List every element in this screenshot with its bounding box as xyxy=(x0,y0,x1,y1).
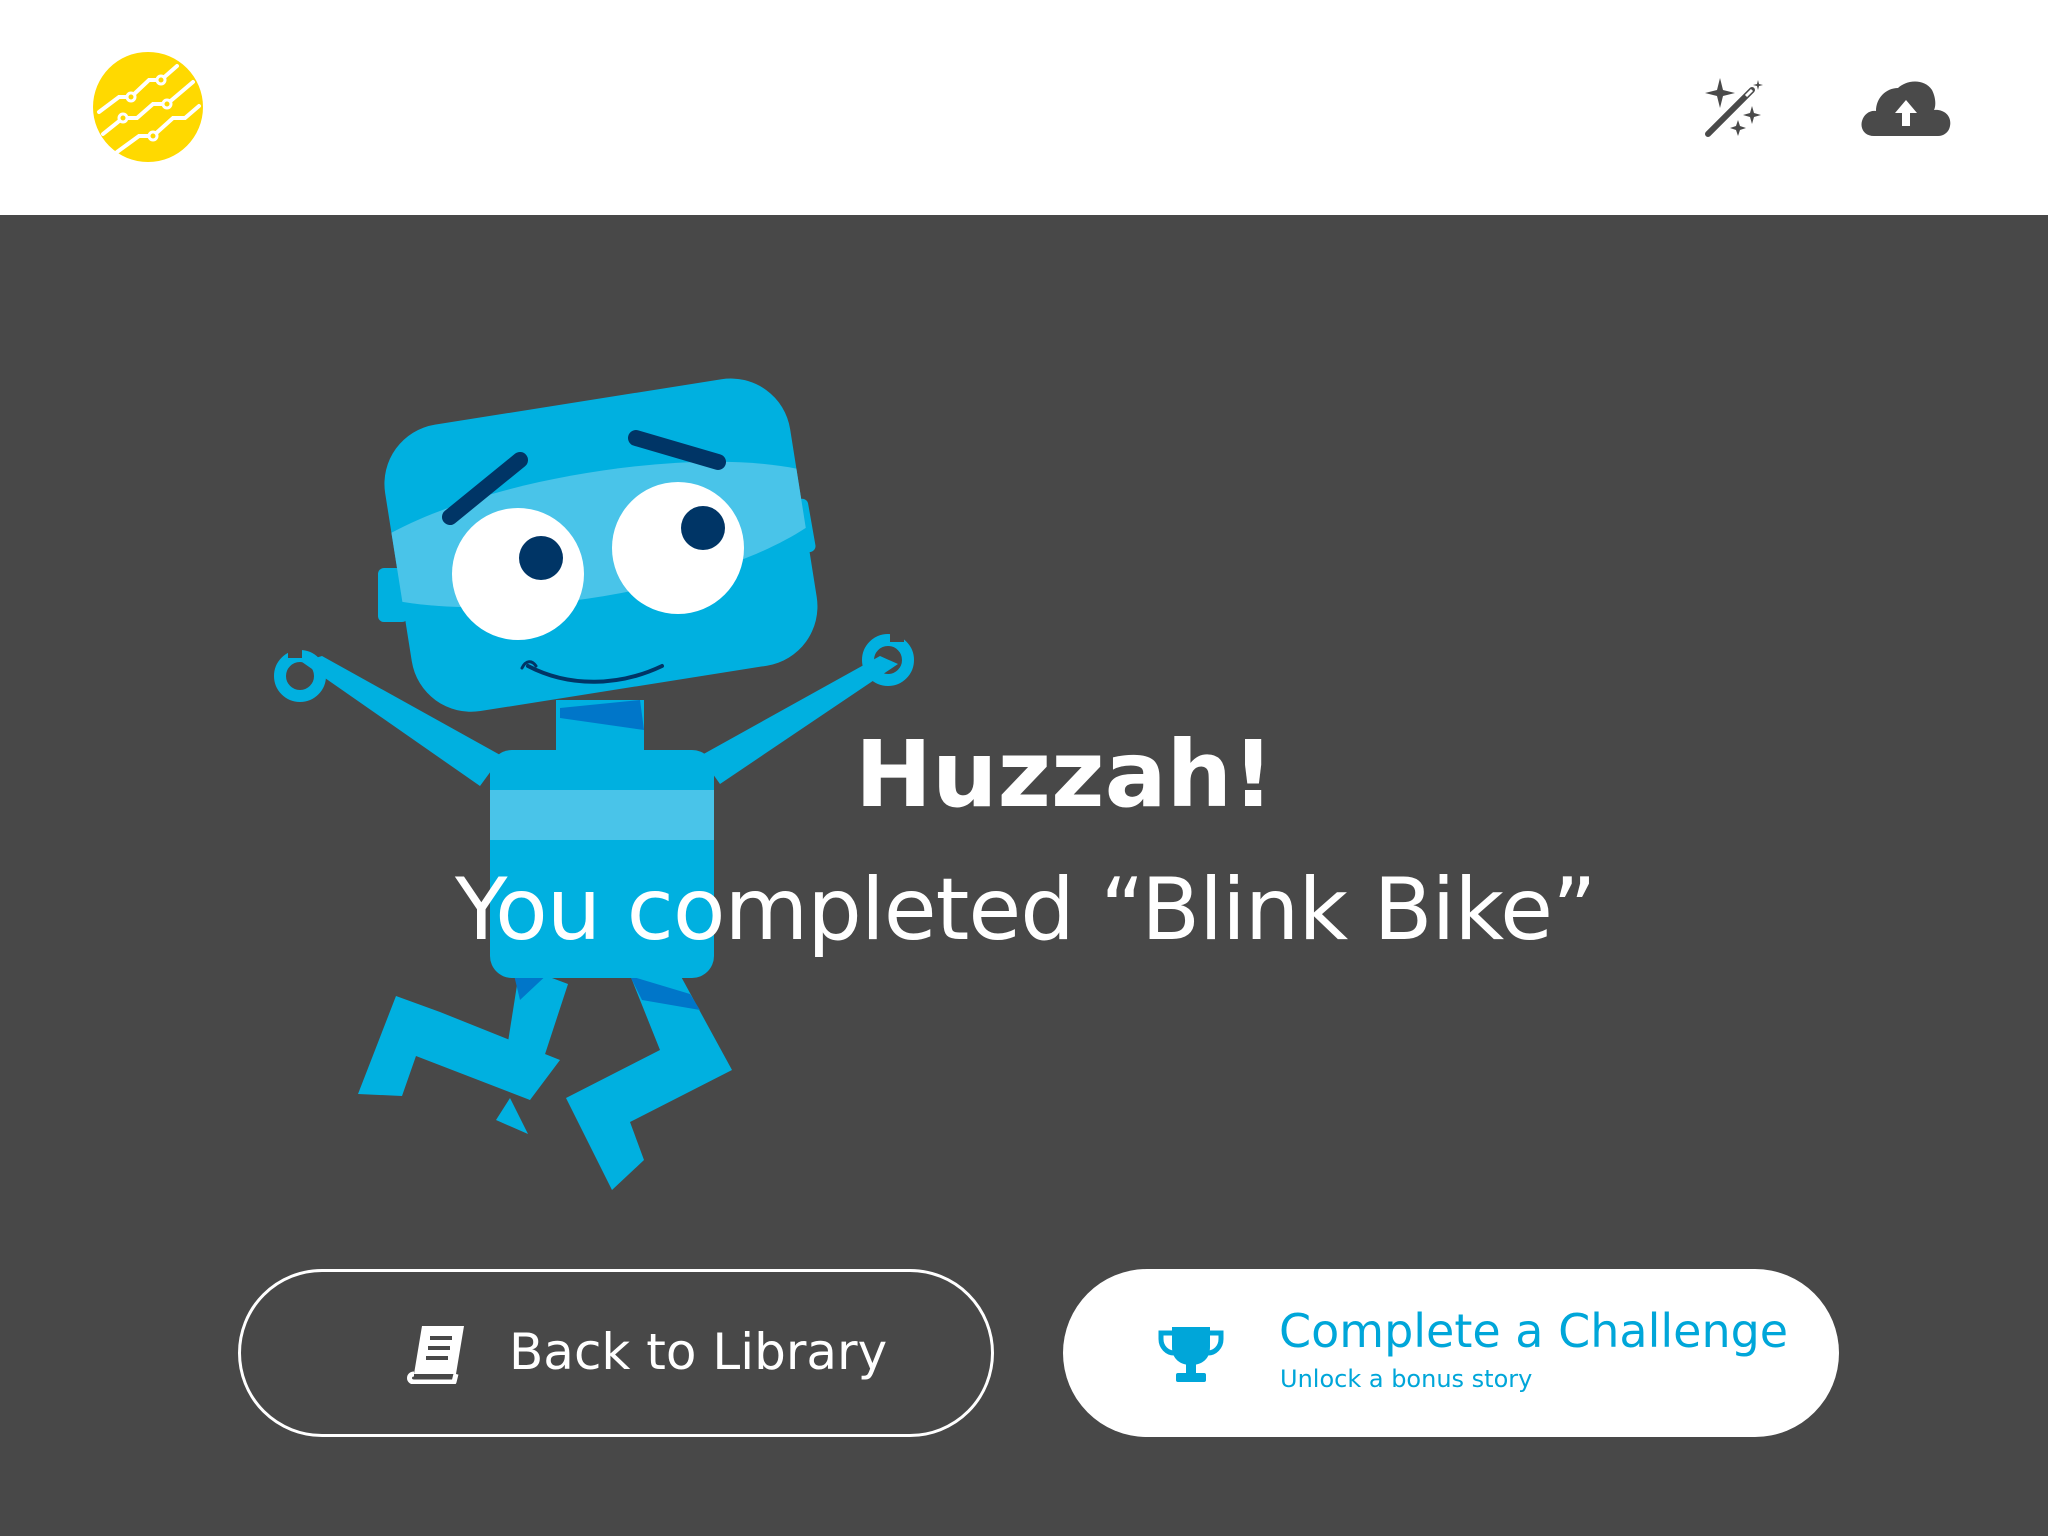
circuit-logo-icon[interactable] xyxy=(93,52,203,162)
robot-mascot-illustration xyxy=(274,378,914,1190)
completion-headline: Huzzah! xyxy=(855,721,1275,828)
magic-wand-icon[interactable] xyxy=(1700,76,1766,142)
complete-challenge-sublabel: Unlock a bonus story xyxy=(1280,1365,1533,1393)
completion-message: You completed “Blink Bike” xyxy=(455,860,1597,960)
book-icon xyxy=(407,1326,464,1384)
complete-challenge-label: Complete a Challenge xyxy=(1279,1304,1789,1358)
complete-challenge-button[interactable]: Complete a Challenge Unlock a bonus stor… xyxy=(1063,1269,1839,1437)
back-to-library-label: Back to Library xyxy=(509,1323,888,1381)
top-bar xyxy=(0,0,2048,215)
cloud-upload-icon[interactable] xyxy=(1860,76,1952,140)
back-to-library-button[interactable]: Back to Library xyxy=(238,1269,994,1437)
trophy-icon xyxy=(1158,1327,1224,1382)
